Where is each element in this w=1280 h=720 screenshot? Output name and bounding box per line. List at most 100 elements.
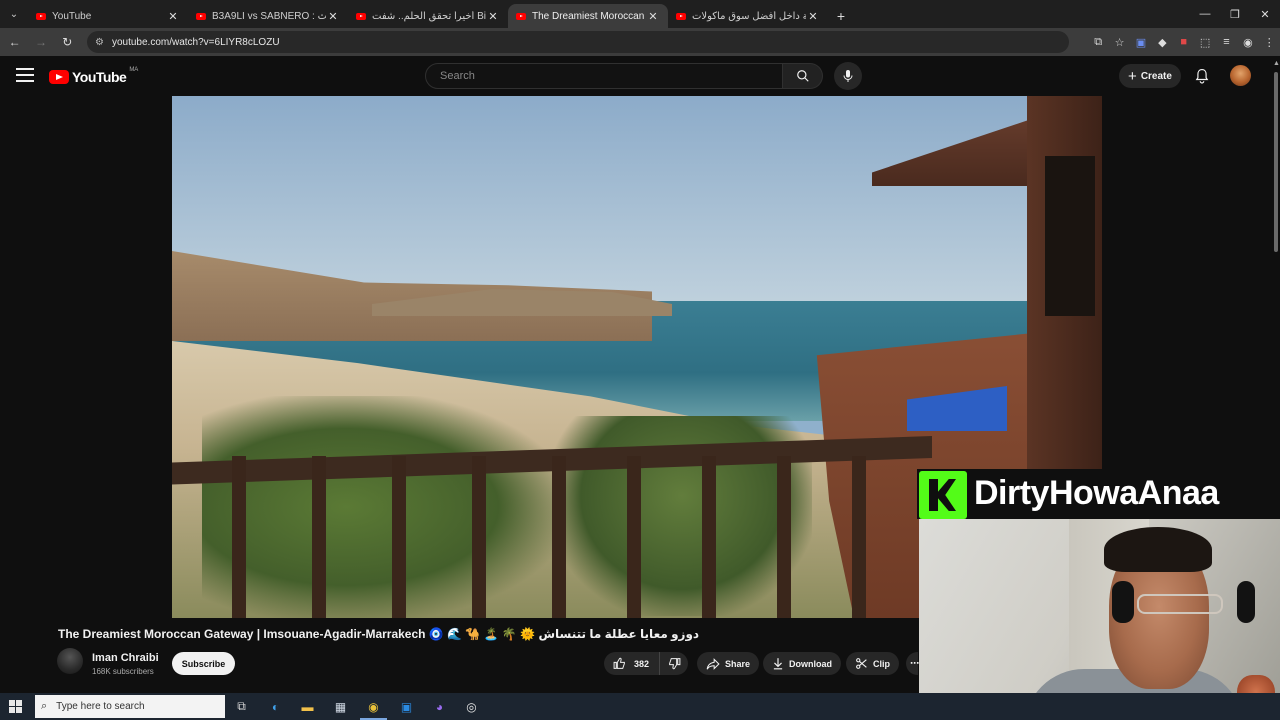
railing-baluster (627, 456, 641, 618)
webcam-person-hair (1104, 527, 1212, 572)
railing-baluster (472, 456, 486, 618)
webcam-feed (919, 519, 1280, 720)
video-frame-railing (172, 436, 932, 618)
more-actions-button[interactable]: ⋯ (906, 652, 919, 675)
red-extension-icon[interactable]: ■ (1173, 31, 1194, 53)
download-button[interactable]: Download (763, 652, 841, 675)
outlook-icon[interactable]: ▣ (397, 697, 416, 716)
new-tab-button[interactable]: + (828, 4, 854, 28)
bell-icon (1195, 68, 1209, 84)
search-icon: ⌕ (41, 700, 48, 712)
store-icon[interactable]: ▦ (331, 697, 350, 716)
chrome-browser-icon[interactable]: ◉ (360, 697, 387, 720)
tab-title: The Dreamiest Moroccan Gatew (532, 10, 646, 22)
browser-tab-active[interactable]: The Dreamiest Moroccan Gatew ✕ (508, 4, 668, 28)
windows-taskbar: ⌕ Type here to search ⧉ ◐ ▬ ▦ ◉ ▣ ◕ ◎ (0, 693, 1280, 720)
install-app-icon[interactable]: ⧉ (1087, 31, 1108, 53)
window-controls: — ❐ ✕ (1190, 0, 1280, 28)
more-dots-icon: ⋯ (910, 658, 919, 668)
logo-wordmark: YouTube (72, 69, 127, 85)
dislike-button[interactable] (660, 657, 688, 670)
youtube-logo[interactable]: YouTube MA (49, 67, 138, 85)
tab-close-icon[interactable]: ✕ (806, 10, 820, 23)
browser-tab[interactable]: جولة داخل أفضل سوق مأكولات ✕ (668, 4, 828, 28)
file-explorer-icon[interactable]: ▬ (298, 697, 317, 716)
streamer-name: DirtyHowaAnaa (974, 474, 1219, 512)
download-icon (773, 658, 783, 670)
tab-title: B3A9LI vs SABNERO : ع للأحداث (212, 10, 326, 22)
back-arrow-icon[interactable]: ← (3, 30, 26, 54)
scroll-up-arrow-icon[interactable]: ▲ (1273, 60, 1280, 67)
share-arrow-icon (706, 657, 720, 670)
task-view-icon[interactable]: ⧉ (232, 697, 251, 716)
translate-extension-icon[interactable]: ▣ (1130, 31, 1151, 53)
share-label: Share (725, 658, 751, 669)
tab-title: جولة داخل أفضل سوق مأكولات (692, 10, 806, 22)
browser-tab[interactable]: B3A9LI vs SABNERO : ع للأحداث ✕ (188, 4, 348, 28)
headphones-icon (1112, 581, 1134, 623)
youtube-play-logo-icon (49, 70, 69, 84)
extension-icon[interactable]: ◆ (1152, 31, 1173, 53)
download-label: Download (789, 658, 832, 669)
address-bar[interactable]: ⚙ youtube.com/watch?v=6LIYR8cLOZU (86, 31, 1070, 53)
browser-tab-strip: ⌄ YouTube ✕ B3A9LI vs SABNERO : ع للأحدا… (0, 0, 1280, 28)
obs-studio-icon[interactable]: ◎ (462, 697, 481, 716)
taskbar-search-input[interactable]: ⌕ Type here to search (35, 695, 225, 718)
account-avatar[interactable] (1230, 65, 1251, 86)
tab-close-icon[interactable]: ✕ (486, 10, 500, 23)
youtube-favicon-icon (516, 12, 526, 20)
taskbar-search-placeholder: Type here to search (56, 701, 145, 712)
search-icon (796, 70, 809, 82)
forward-arrow-icon[interactable]: → (29, 30, 52, 54)
site-info-icon[interactable]: ⚙ (95, 37, 104, 48)
browser-menu-icon[interactable]: ⋮ (1259, 31, 1280, 53)
discord-app-icon[interactable]: ◕ (430, 697, 449, 716)
youtube-favicon-icon (356, 12, 366, 20)
tab-search-menu-button[interactable]: ⌄ (0, 0, 28, 28)
close-window-icon[interactable]: ✕ (1250, 0, 1280, 28)
subscriber-count: 168K subscribers (92, 667, 154, 676)
kick-logo-icon (919, 471, 967, 519)
browser-tab[interactable]: أخيراً تحقق الحلم.. شفت Billie Eilish ✕ (348, 4, 508, 28)
create-button[interactable]: + Create (1119, 64, 1181, 88)
subscribe-button[interactable]: Subscribe (172, 652, 235, 675)
reading-list-icon[interactable]: ≡ (1216, 31, 1237, 53)
notifications-button[interactable] (1190, 64, 1214, 88)
browser-tab[interactable]: YouTube ✕ (28, 4, 188, 28)
microphone-icon (843, 70, 853, 82)
tab-title: أخيراً تحقق الحلم.. شفت Billie Eilish (372, 10, 486, 22)
channel-name[interactable]: Iman Chraibi (92, 652, 159, 664)
video-title: The Dreamiest Moroccan Gateway | Imsouan… (58, 627, 700, 641)
railing-baluster (392, 456, 406, 618)
reload-icon[interactable]: ↻ (56, 30, 79, 54)
tab-close-icon[interactable]: ✕ (646, 10, 660, 23)
channel-avatar[interactable] (57, 648, 83, 674)
page-scrollbar[interactable]: ▲ (1272, 60, 1280, 260)
search-button[interactable] (783, 63, 823, 89)
puzzle-extensions-icon[interactable]: ⬚ (1194, 31, 1215, 53)
railing-baluster (702, 456, 716, 618)
clip-button[interactable]: Clip (846, 652, 899, 675)
like-button[interactable]: 382 (604, 652, 660, 675)
plus-icon: + (1128, 67, 1137, 85)
url-text: youtube.com/watch?v=6LIYR8cLOZU (111, 36, 280, 48)
browser-toolbar: ← → ↻ ⚙ youtube.com/watch?v=6LIYR8cLOZU … (0, 28, 1280, 56)
search-input[interactable]: Search (425, 63, 783, 89)
search-placeholder: Search (440, 70, 475, 82)
scrollbar-thumb[interactable] (1274, 72, 1278, 252)
tab-close-icon[interactable]: ✕ (166, 10, 180, 23)
railing-baluster (232, 456, 246, 618)
youtube-favicon-icon (196, 12, 206, 20)
voice-search-button[interactable] (834, 62, 862, 90)
bookmark-star-icon[interactable]: ☆ (1109, 31, 1130, 53)
share-button[interactable]: Share (697, 652, 760, 675)
windows-start-icon[interactable] (9, 700, 22, 713)
minimize-icon[interactable]: — (1190, 0, 1220, 28)
restore-icon[interactable]: ❐ (1220, 0, 1250, 28)
hamburger-menu-icon[interactable] (16, 68, 34, 82)
edge-browser-icon[interactable]: ◐ (266, 697, 285, 716)
tab-close-icon[interactable]: ✕ (326, 10, 340, 23)
thumbs-up-icon (613, 657, 625, 669)
youtube-favicon-icon (36, 12, 46, 20)
profile-icon[interactable]: ◉ (1237, 31, 1258, 53)
